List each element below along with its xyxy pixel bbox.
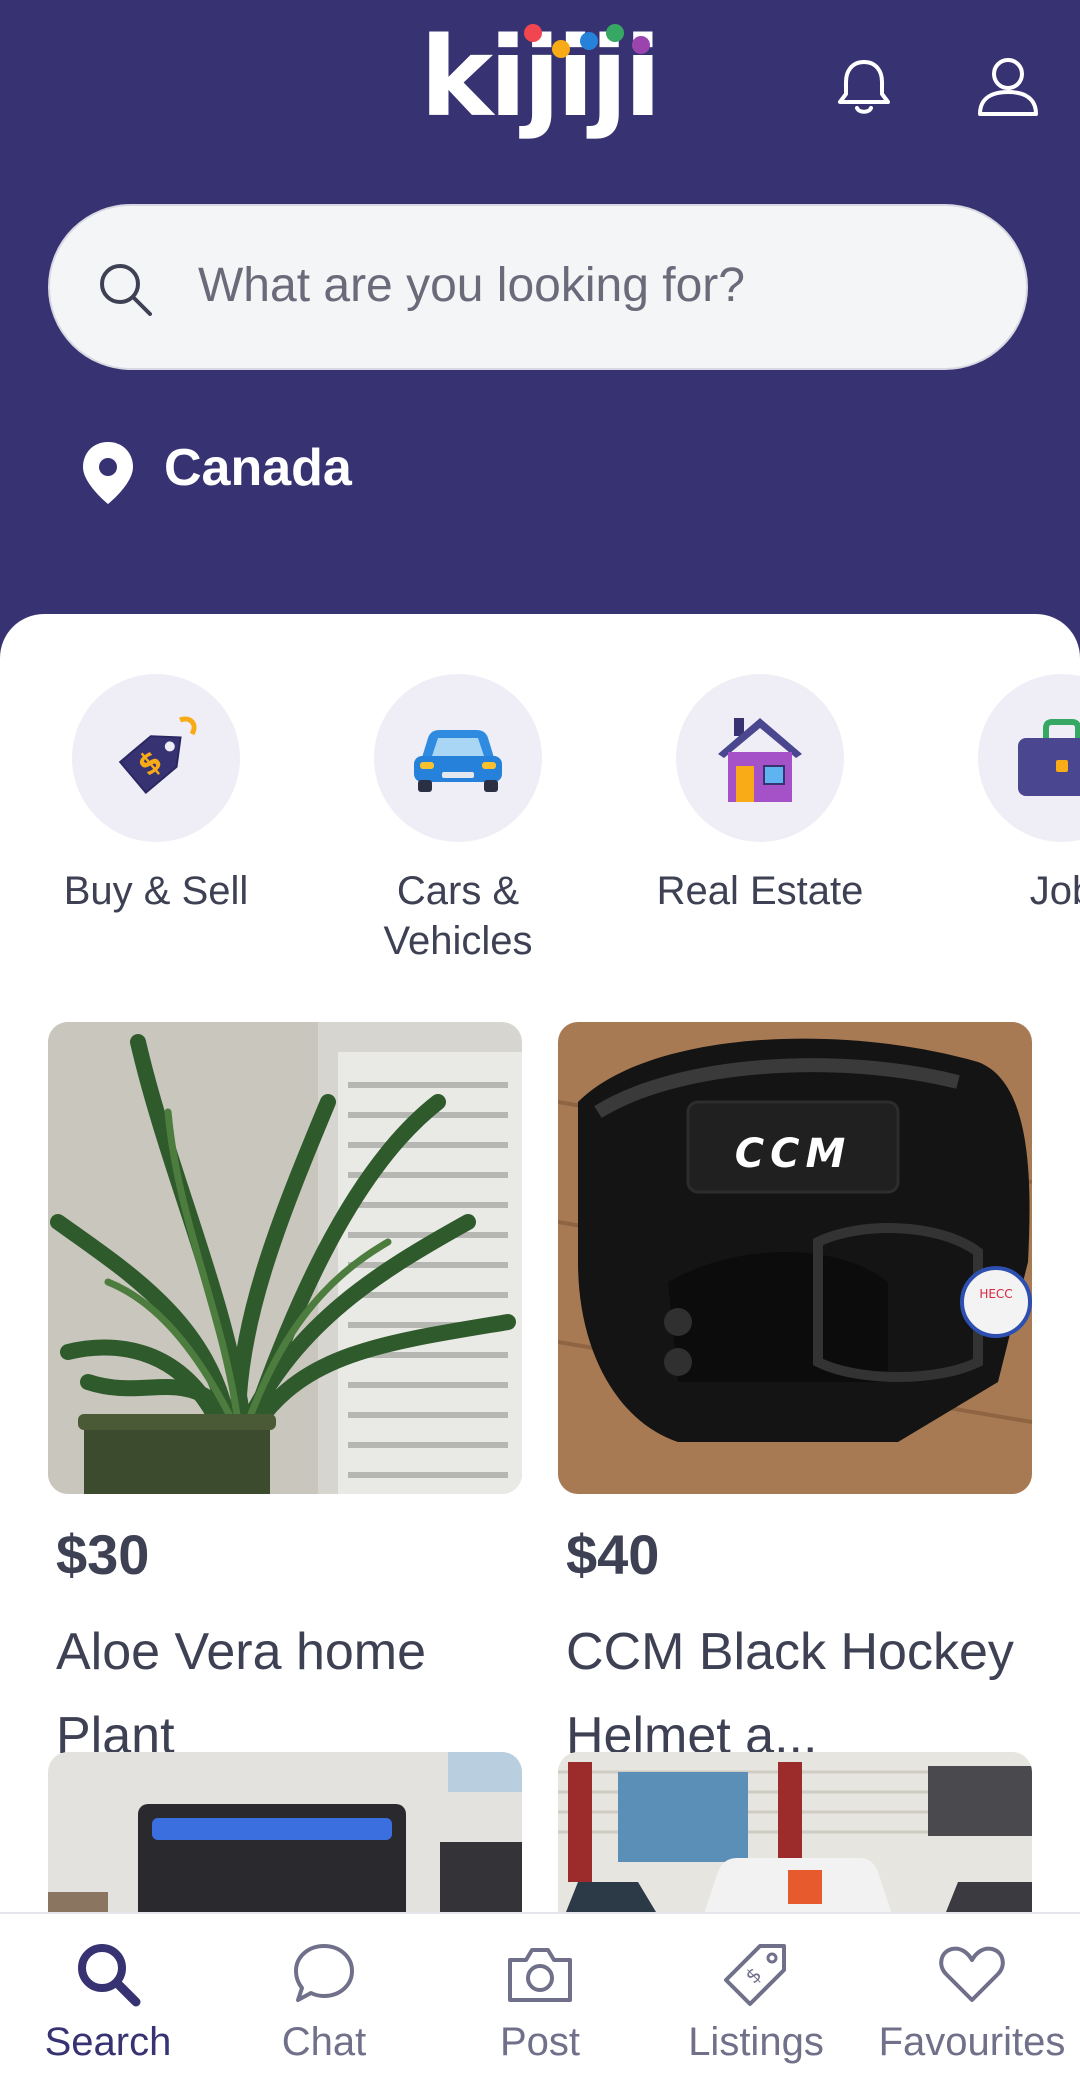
heart-icon	[939, 1946, 1005, 2002]
category-icon-circle	[374, 674, 542, 842]
listing-card-partial[interactable]	[48, 1752, 522, 1932]
logo-dot-purple	[632, 36, 650, 54]
nav-label: Listings	[688, 2020, 824, 2064]
logo-dot-blue	[580, 32, 598, 50]
category-cars-vehicles[interactable]: Cars & Vehicles	[338, 674, 578, 966]
tag-icon: $	[724, 1944, 786, 2006]
category-real-estate[interactable]: Real Estate	[640, 674, 880, 916]
nav-label: Favourites	[878, 2020, 1066, 2064]
aloe-plant-photo	[48, 1022, 522, 1494]
nav-chat[interactable]: Chat	[216, 1938, 432, 2065]
listing-card[interactable]: CCM HECC $40 CCM Black Hockey Helmet a..…	[558, 1022, 1032, 1765]
helmet-photo: CCM HECC	[558, 1022, 1032, 1494]
bell-icon[interactable]	[832, 54, 896, 118]
nav-search[interactable]: Search	[0, 1938, 216, 2065]
nav-label: Search	[44, 2020, 172, 2064]
car-lot-photo	[558, 1752, 1032, 1932]
category-label: Real Estate	[656, 869, 864, 913]
briefcase-icon	[1018, 719, 1080, 796]
chat-icon	[294, 1944, 354, 2002]
category-label: Buy & Sell	[63, 869, 249, 913]
svg-text:$: $	[740, 1962, 766, 1988]
header: kijiji What are you looking for? Canada	[0, 0, 1080, 660]
category-jobs[interactable]: Job	[942, 674, 1080, 916]
search-icon	[100, 264, 152, 316]
search-bar[interactable]: What are you looking for?	[48, 204, 1028, 370]
location-label: Canada	[164, 439, 352, 497]
bottom-navigation: Search Chat Post $ Listings Favourites	[0, 1912, 1080, 2097]
logo-dot-orange	[552, 40, 570, 58]
camera-icon	[508, 1948, 572, 2002]
page: kijiji What are you looking for? Canada …	[0, 0, 1080, 2097]
bed-photo	[48, 1752, 522, 1932]
car-icon	[414, 730, 502, 792]
kijiji-logo[interactable]: kijiji	[420, 14, 662, 154]
house-icon	[718, 718, 802, 802]
listing-price: $40	[566, 1523, 660, 1586]
nav-favourites[interactable]: Favourites	[864, 1938, 1080, 2065]
nav-post[interactable]: Post	[432, 1938, 648, 2065]
price-tag-icon: $	[118, 716, 197, 795]
listing-price: $30	[56, 1523, 150, 1586]
category-buy-sell[interactable]: $ Buy & Sell	[36, 674, 276, 916]
listing-photo-aloe	[48, 1022, 522, 1494]
listing-card-partial[interactable]	[558, 1752, 1032, 1932]
listing-card[interactable]: $30 Aloe Vera home Plant	[48, 1022, 522, 1765]
category-icon-circle	[978, 674, 1080, 842]
category-label: Cars & Vehicles	[383, 869, 533, 963]
category-icon-circle: $	[72, 674, 240, 842]
category-icon-circle	[676, 674, 844, 842]
logo-dot-red	[524, 24, 542, 42]
listing-photo-helmet: CCM HECC	[558, 1022, 1032, 1494]
search-input[interactable]: What are you looking for?	[198, 258, 745, 313]
nav-label: Post	[499, 2020, 581, 2064]
location-pin-icon	[83, 442, 133, 504]
nav-label: Chat	[281, 2020, 367, 2064]
nav-listings[interactable]: $ Listings	[648, 1938, 864, 2065]
svg-text:CCM: CCM	[735, 1131, 852, 1177]
logo-dot-green	[606, 24, 624, 42]
category-label: Job	[1029, 869, 1080, 913]
search-icon	[78, 1944, 141, 2007]
svg-text:HECC: HECC	[979, 1287, 1012, 1301]
profile-icon[interactable]	[974, 52, 1042, 120]
